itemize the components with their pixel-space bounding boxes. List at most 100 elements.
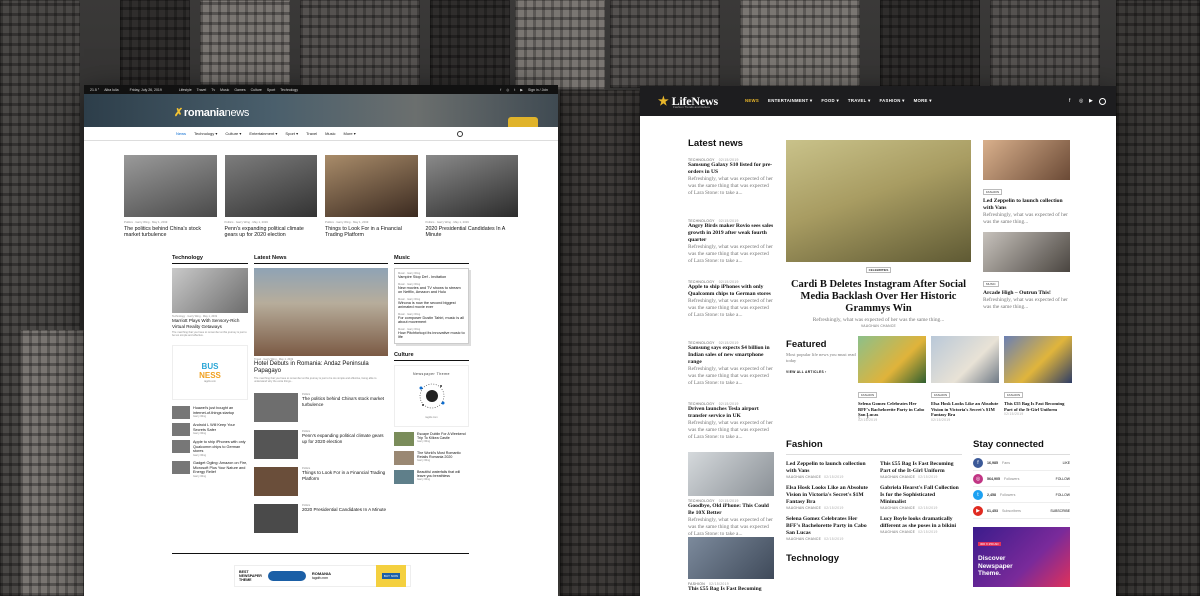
list-item[interactable]: Android L Will Keep Your Secrets Safer Ga… (172, 423, 248, 437)
side-badge[interactable]: FASHION (983, 189, 1003, 195)
top-link[interactable]: Tv (211, 88, 215, 92)
featured-card[interactable]: Politics · Garry Wing · May 1, 2019 Thin… (325, 155, 418, 239)
ad-box[interactable]: 300 X 250 AD Discover Newspaper Theme. (973, 527, 1070, 587)
latest-main-title[interactable]: Hotel Debuts in Romania: Andaz Peninsula… (254, 361, 388, 375)
list-thumb[interactable] (254, 504, 298, 533)
list-item[interactable]: Politics 2020 Presidential Candidates In … (254, 504, 388, 533)
search-icon[interactable] (457, 130, 463, 137)
nav-item-culture[interactable]: Culture ▾ (225, 131, 241, 136)
list-thumb[interactable] (172, 423, 190, 437)
list-title[interactable]: Beautiful waterfalls that will leave you… (417, 470, 469, 479)
list-title[interactable]: Android L Will Keep Your Secrets Safer (193, 423, 248, 432)
list-title[interactable]: The politics behind China's stock market… (302, 396, 388, 407)
side-image[interactable] (983, 140, 1070, 180)
fashion-item[interactable]: Led Zeppelin to launch collection with V… (786, 461, 868, 479)
featured-card[interactable]: Politics · Garry Wing · May 1, 2019 The … (124, 155, 217, 239)
hero-title[interactable]: Cardi B Deletes Instagram After Social M… (786, 279, 971, 315)
latest-title[interactable]: Apple to ship iPhones with only Qualcomm… (688, 284, 774, 298)
hero-story[interactable]: CELEBRITIES Cardi B Deletes Instagram Af… (786, 140, 971, 328)
instagram-icon[interactable]: ◎ (1079, 98, 1084, 104)
latest-title[interactable]: Driven launches Tesla airport transfer s… (688, 406, 774, 420)
list-title[interactable]: Winona is now the second biggest animate… (398, 301, 465, 310)
nav-item-technology[interactable]: Technology ▾ (194, 131, 217, 136)
list-thumb[interactable] (394, 450, 414, 465)
social-row-instagram[interactable]: ◎ 564,905 Followers FOLLOW (973, 471, 1070, 487)
top-link[interactable]: Technology (280, 88, 298, 92)
latest-thumb[interactable] (688, 537, 774, 579)
list-title[interactable]: Penn's expanding political climate gears… (302, 433, 388, 444)
list-title[interactable]: How Pitchforkopi its innovative music to… (398, 331, 465, 340)
fashion-item[interactable]: This £55 Bag Is Fast Becoming Part of th… (880, 461, 962, 479)
top-link[interactable]: Games (234, 88, 245, 92)
featured-card[interactable]: FASHION This £55 Bag Is Fast Becoming Pa… (1004, 336, 1072, 422)
latest-item[interactable]: TECHNOLOGY 02/15/2019 Goodbye, Old iPhone… (688, 499, 774, 537)
youtube-icon[interactable]: ▶ (520, 88, 523, 92)
featured-badge[interactable]: FASHION (1004, 392, 1024, 398)
list-thumb[interactable] (254, 467, 298, 496)
like-button[interactable]: LIKE (1063, 461, 1070, 465)
featured-title[interactable]: Elsa Hosk Looks Like an Absolute Vision … (931, 401, 999, 418)
featured-title[interactable]: Penn's expanding political climate gears… (225, 226, 318, 239)
list-item[interactable]: The World's Most Romantic Retails Romani… (394, 450, 469, 465)
featured-card[interactable]: Politics · Garry Wing · May 1, 2019 2020… (425, 155, 519, 239)
list-thumb[interactable] (172, 440, 190, 454)
signin-link[interactable]: Sign in / Join (528, 88, 548, 92)
latest-title[interactable]: Goodbye, Old iPhone: This Could Be 10X B… (688, 503, 774, 517)
ad-cta[interactable]: BUY NOW (376, 565, 406, 587)
list-title[interactable]: Escape Dublin For A Weekend Trip To Kilk… (417, 432, 469, 441)
latest-item[interactable]: TECHNOLOGY 02/15/2019 Apple to ship iPhon… (688, 280, 774, 341)
tech-main-image[interactable] (172, 268, 248, 313)
fashion-title[interactable]: Gabriela Hearst's Fall Collection Is for… (880, 485, 962, 506)
featured-image[interactable] (425, 155, 518, 217)
nav-item-more[interactable]: MORE ▾ (914, 98, 932, 104)
list-item[interactable]: Escape Dublin For A Weekend Trip To Kilk… (394, 431, 469, 446)
top-link[interactable]: Travel (197, 88, 207, 92)
latest-title[interactable]: Angry Birds maker Rovio sees sales growt… (688, 223, 774, 244)
fashion-item[interactable]: Elsa Hosk Looks Like an Absolute Vision … (786, 485, 868, 510)
latest-title[interactable]: Samsung Galaxy S10 listed for pre-orders… (688, 162, 774, 176)
list-item[interactable]: Music · Garry Wing Winona is now the seco… (398, 298, 465, 310)
search-icon[interactable] (1099, 97, 1106, 105)
featured-badge[interactable]: FASHION (858, 392, 878, 398)
twitter-icon[interactable]: t (514, 88, 515, 92)
site-logo[interactable]: ✗romanianews (174, 106, 249, 119)
latest-main-image[interactable] (254, 268, 388, 356)
nav-item-fashion[interactable]: FASHION ▾ (879, 98, 904, 104)
latest-item[interactable]: TECHNOLOGY 02/15/2019 Angry Birds maker R… (688, 219, 774, 280)
follow-button[interactable]: FOLLOW (1056, 477, 1070, 481)
nav-item-food[interactable]: FOOD ▾ (821, 98, 839, 104)
follow-button[interactable]: FOLLOW (1056, 493, 1070, 497)
nav-item-news[interactable]: News (176, 131, 186, 136)
social-row-youtube[interactable]: ▶ 61,453 Subscribers SUBSCRIBE (973, 503, 1070, 519)
list-title[interactable]: Things to Look For in a Financial Tradin… (302, 470, 388, 481)
facebook-icon[interactable]: f (500, 88, 501, 92)
list-item[interactable]: Politics The politics behind China's stoc… (254, 393, 388, 422)
tech-main-title[interactable]: Marriott Plays With Sensory-Rich Virtual… (172, 318, 248, 329)
chevron-left-icon[interactable]: ‹ (858, 414, 860, 421)
fashion-title[interactable]: Selena Gomez Celebrates Her BFF's Bachel… (786, 516, 868, 537)
list-title[interactable]: Gadget Ogling: Amazon on Fire, Microsoft… (193, 461, 248, 475)
latest-title[interactable]: Samsung says expects $4 billion in India… (688, 345, 774, 366)
list-title[interactable]: The World's Most Romantic Retails Romani… (417, 451, 469, 460)
featured-title[interactable]: 2020 Presidential Candidates In A Minute (426, 226, 519, 239)
featured-badge[interactable]: FASHION (931, 392, 951, 398)
fashion-item[interactable]: Lucy Boyle looks dramatically different … (880, 516, 962, 541)
hero-image[interactable] (786, 140, 971, 262)
top-link[interactable]: Culture (251, 88, 262, 92)
list-item[interactable]: Gadget Ogling: Amazon on Fire, Microsoft… (172, 460, 248, 478)
top-link[interactable]: Lifestyle (179, 88, 192, 92)
list-item[interactable]: Politics Things to Look For in a Financia… (254, 467, 388, 496)
social-row-facebook[interactable]: f 16,985 Fans LIKE (973, 455, 1070, 471)
featured-title[interactable]: This £55 Bag Is Fast Becoming Part of th… (1004, 401, 1072, 412)
hero-badge[interactable]: CELEBRITIES (865, 267, 892, 273)
nav-item-travel[interactable]: TRAVEL ▾ (848, 98, 871, 104)
featured-image[interactable] (858, 336, 926, 383)
list-thumb[interactable] (254, 393, 298, 422)
nav-item-news[interactable]: NEWS (745, 98, 759, 104)
featured-title[interactable]: Things to Look For in a Financial Tradin… (325, 226, 418, 239)
nav-item-entertainment[interactable]: Entertainment ▾ (249, 131, 277, 136)
view-all-link[interactable]: VIEW ALL ARTICLES › (786, 370, 856, 374)
list-thumb[interactable] (394, 431, 414, 446)
list-title[interactable]: For composer Dustin Tahiri, music is all… (398, 316, 465, 325)
instagram-icon[interactable]: ◎ (506, 88, 509, 92)
